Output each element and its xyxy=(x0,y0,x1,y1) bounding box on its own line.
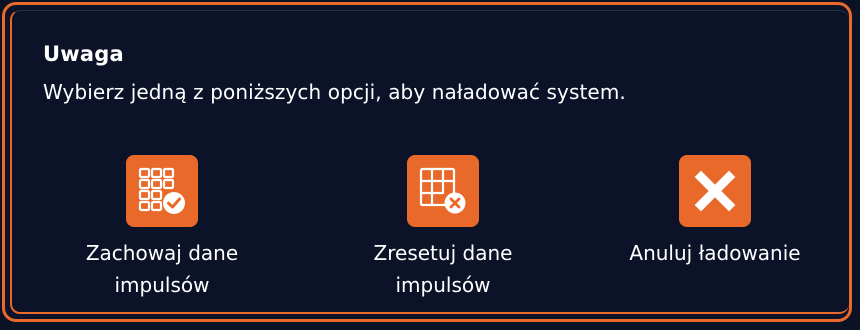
reset-pulse-data-label-line1: Zresetuj dane xyxy=(373,241,513,265)
keep-pulse-data-button[interactable]: Zachowaj dane impulsów xyxy=(52,155,272,301)
reset-pulse-data-button[interactable]: Zresetuj dane impulsów xyxy=(333,155,553,301)
keep-pulse-data-label-line1: Zachowaj dane xyxy=(85,241,239,265)
cancel-charging-label: Anuluj ładowanie xyxy=(605,237,825,269)
grid-x-icon xyxy=(419,167,466,214)
keep-pulse-data-icon-button[interactable] xyxy=(126,155,198,227)
close-icon xyxy=(694,170,736,212)
keep-pulse-data-label-line2: impulsów xyxy=(114,273,210,297)
dialog-message: Wybierz jedną z poniższych opcji, aby na… xyxy=(43,80,626,104)
cancel-charging-label-line1: Anuluj ładowanie xyxy=(629,241,801,265)
dialog-title: Uwaga xyxy=(43,42,124,66)
cancel-charging-button[interactable]: Anuluj ładowanie xyxy=(605,155,825,269)
charge-options-dialog: Uwaga Wybierz jedną z poniższych opcji, … xyxy=(2,2,852,322)
keep-pulse-data-label: Zachowaj dane impulsów xyxy=(52,237,272,301)
cancel-charging-icon-button[interactable] xyxy=(679,155,751,227)
reset-pulse-data-label: Zresetuj dane impulsów xyxy=(333,237,553,301)
reset-pulse-data-label-line2: impulsów xyxy=(395,273,491,297)
reset-pulse-data-icon-button[interactable] xyxy=(407,155,479,227)
grid-check-icon xyxy=(138,167,185,214)
